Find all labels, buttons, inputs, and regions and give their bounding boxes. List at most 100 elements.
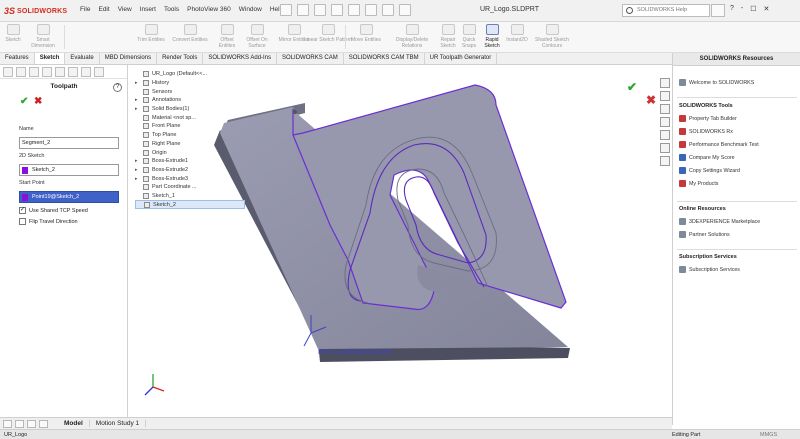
view-palette-icon[interactable] xyxy=(660,143,670,153)
tree-item[interactable]: Front Plane xyxy=(135,122,245,131)
tab-model[interactable]: Model xyxy=(58,420,90,427)
tab-mbd-dimensions[interactable]: MBD Dimensions xyxy=(100,53,158,64)
menu-window[interactable]: Window xyxy=(239,6,262,13)
trim-entities-button[interactable]: Trim Entities xyxy=(136,24,166,43)
tree-item[interactable]: ▸ Boss-Extrude2 xyxy=(135,166,245,175)
offset-entities-button[interactable]: Offset Entities xyxy=(214,24,240,49)
status-units[interactable]: MMGS xyxy=(760,432,777,438)
file-explorer-icon[interactable] xyxy=(660,117,670,127)
confirmation-corner-cancel-icon[interactable]: ✖ xyxy=(646,93,656,107)
tree-item[interactable]: ▸ Solid Bodies(1) xyxy=(135,105,245,114)
next-tab-nav-icon[interactable] xyxy=(27,419,36,428)
tree-item[interactable]: ▸ Boss-Extrude3 xyxy=(135,174,245,183)
design-library-icon[interactable] xyxy=(660,104,670,114)
menu-edit[interactable]: Edit xyxy=(98,6,109,13)
tree-item[interactable]: Right Plane xyxy=(135,140,245,149)
solidworks-logo[interactable]: 3S SOLIDWORKS xyxy=(4,5,67,17)
help-icon[interactable]: ? xyxy=(113,83,122,92)
options-icon[interactable] xyxy=(399,4,411,16)
toolpath-tab-icon[interactable] xyxy=(94,67,104,77)
home-icon[interactable] xyxy=(660,78,670,88)
smart-dimension-button[interactable]: Smart Dimension xyxy=(26,24,60,49)
custom-properties-icon[interactable] xyxy=(660,156,670,166)
start-point-marker[interactable] xyxy=(293,110,297,114)
cam-feature-tab-icon[interactable] xyxy=(68,67,78,77)
cancel-button[interactable]: ✖ xyxy=(34,96,42,107)
tab-addins[interactable]: SOLIDWORKS Add-Ins xyxy=(203,53,278,64)
cam-operation-tab-icon[interactable] xyxy=(81,67,91,77)
save-icon[interactable] xyxy=(314,4,326,16)
dimxpert-tab-icon[interactable] xyxy=(42,67,52,77)
tree-item[interactable]: Top Plane xyxy=(135,131,245,140)
tab-sketch[interactable]: Sketch xyxy=(34,53,66,64)
tab-ur-toolpath[interactable]: UR Toolpath Generator xyxy=(425,53,498,64)
close-button[interactable]: ✕ xyxy=(764,5,770,13)
last-tab-nav-icon[interactable] xyxy=(39,419,48,428)
solidworks-rx-link[interactable]: SOLIDWORKS Rx xyxy=(679,128,733,135)
flip-direction-checkbox[interactable]: Flip Travel Direction xyxy=(19,218,78,225)
start-point-selection-box[interactable]: Point19@Sketch_2 xyxy=(19,191,119,203)
tab-motion-study[interactable]: Motion Study 1 xyxy=(90,420,147,427)
tab-cam-tbm[interactable]: SOLIDWORKS CAM TBM xyxy=(344,53,425,64)
new-document-icon[interactable] xyxy=(280,4,292,16)
tree-item[interactable]: ▸ History xyxy=(135,79,245,88)
menu-view[interactable]: View xyxy=(118,6,132,13)
search-input[interactable]: SOLIDWORKS Help xyxy=(622,4,725,17)
first-tab-nav-icon[interactable] xyxy=(3,419,12,428)
tree-item[interactable]: Material <not sp... xyxy=(135,113,245,122)
ok-button[interactable]: ✔ xyxy=(20,96,28,107)
confirmation-corner-ok-icon[interactable]: ✔ xyxy=(627,80,637,94)
convert-entities-button[interactable]: Convert Entities xyxy=(170,24,210,43)
tree-item[interactable]: ▸ Boss-Extrude1 xyxy=(135,157,245,166)
configuration-manager-tab-icon[interactable] xyxy=(29,67,39,77)
resources-icon[interactable] xyxy=(660,91,670,101)
use-tcp-speed-checkbox[interactable]: ✓ Use Shared TCP Speed xyxy=(19,207,88,214)
property-tab-builder-link[interactable]: Property Tab Builder xyxy=(679,115,737,122)
repair-sketch-button[interactable]: Repair Sketch xyxy=(438,24,458,49)
marketplace-link[interactable]: 3DEXPERIENCE Marketplace xyxy=(679,218,760,225)
print-icon[interactable] xyxy=(331,4,343,16)
tree-item[interactable]: ▸ Annotations xyxy=(135,96,245,105)
display-delete-relations-button[interactable]: Display/Delete Relations xyxy=(388,24,436,49)
tab-evaluate[interactable]: Evaluate xyxy=(65,53,100,64)
undo-icon[interactable] xyxy=(348,4,360,16)
tree-item[interactable]: Part Coordinate ... xyxy=(135,183,245,192)
quick-snaps-button[interactable]: Quick Snaps xyxy=(459,24,479,49)
linear-sketch-pattern-button[interactable]: Linear Sketch Pattern xyxy=(302,24,354,43)
sketch-button[interactable]: Sketch xyxy=(4,24,22,43)
compare-score-link[interactable]: Compare My Score xyxy=(679,154,735,161)
instant2d-button[interactable]: Instant2D xyxy=(505,24,529,43)
offset-on-surface-button[interactable]: Offset On Surface xyxy=(242,24,272,49)
menu-insert[interactable]: Insert xyxy=(140,6,156,13)
search-dropdown-button[interactable] xyxy=(711,4,725,17)
select-icon[interactable] xyxy=(365,4,377,16)
benchmark-test-link[interactable]: Performance Benchmark Test xyxy=(679,141,759,148)
menu-photoview[interactable]: PhotoView 360 xyxy=(187,6,231,13)
rebuild-icon[interactable] xyxy=(382,4,394,16)
open-icon[interactable] xyxy=(297,4,309,16)
tab-features[interactable]: Features xyxy=(0,53,35,64)
maximize-button[interactable]: ☐ xyxy=(750,5,756,13)
tree-item[interactable]: Sensors xyxy=(135,87,245,96)
my-products-link[interactable]: My Products xyxy=(679,180,718,187)
display-manager-tab-icon[interactable] xyxy=(55,67,65,77)
property-manager-tab-icon[interactable] xyxy=(16,67,26,77)
tree-item[interactable]: Sketch_1 xyxy=(135,192,245,201)
subscription-services-link[interactable]: Subscription Services xyxy=(679,266,740,273)
tree-item-selected[interactable]: Sketch_2 xyxy=(135,200,245,209)
name-field[interactable]: Segment_2 xyxy=(19,137,119,149)
move-entities-button[interactable]: Move Entities xyxy=(348,24,384,43)
minimize-button[interactable]: - xyxy=(741,5,743,13)
sketch-selection-box[interactable]: Sketch_2 xyxy=(19,164,119,176)
partner-solutions-link[interactable]: Partner Solutions xyxy=(679,231,730,238)
rapid-sketch-button[interactable]: Rapid Sketch xyxy=(482,24,502,49)
welcome-link[interactable]: Welcome to SOLIDWORKS xyxy=(679,79,754,86)
menu-file[interactable]: File xyxy=(80,6,90,13)
appearances-icon[interactable] xyxy=(660,130,670,140)
tab-render-tools[interactable]: Render Tools xyxy=(157,53,204,64)
help-button[interactable]: ? xyxy=(730,5,734,13)
tree-item[interactable]: Origin xyxy=(135,148,245,157)
copy-settings-link[interactable]: Copy Settings Wizard xyxy=(679,167,740,174)
tab-cam[interactable]: SOLIDWORKS CAM xyxy=(277,53,344,64)
tree-item[interactable]: UR_Logo (Default<<... xyxy=(135,70,245,79)
